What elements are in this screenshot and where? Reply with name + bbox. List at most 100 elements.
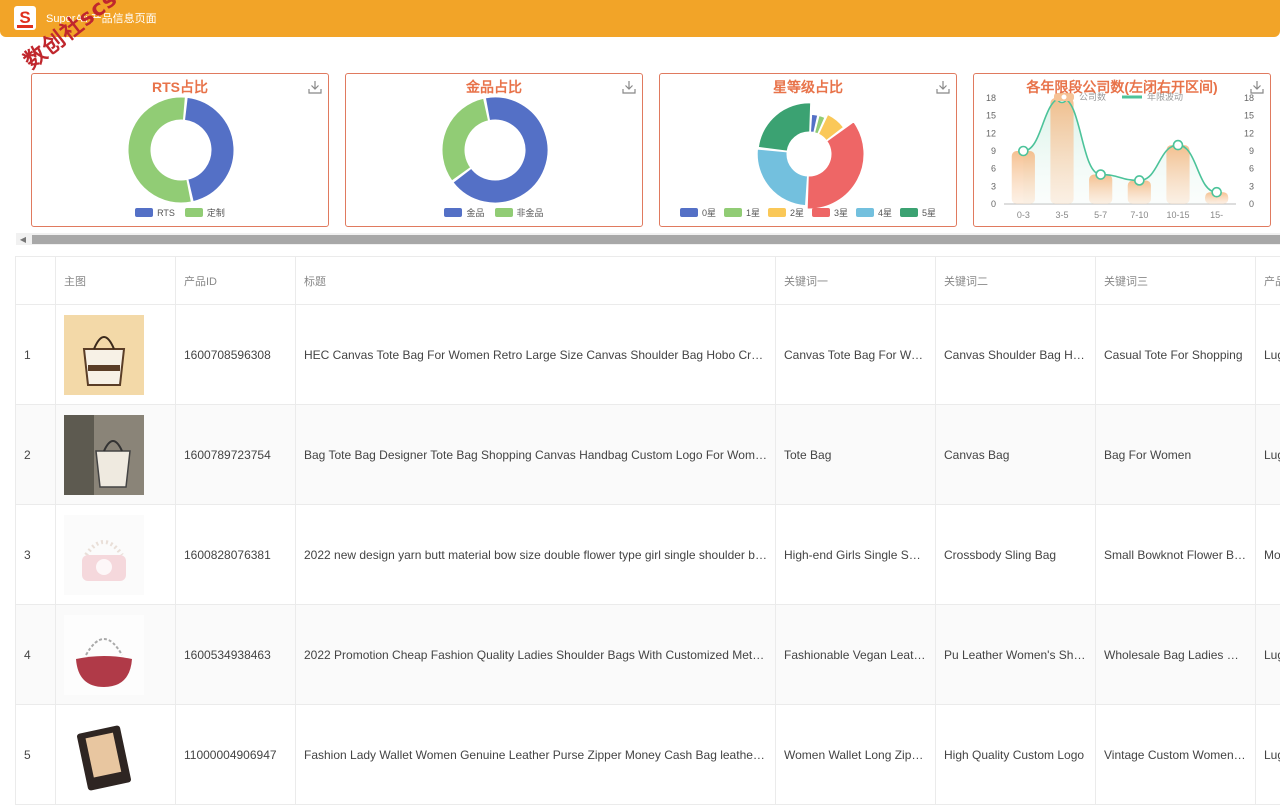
keyword-4-cell: Lug bbox=[1256, 405, 1280, 505]
keyword-2-cell: High Quality Custom Logo bbox=[936, 705, 1096, 805]
keyword-2-cell: Crossbody Sling Bag bbox=[936, 505, 1096, 605]
table-row[interactable]: 11600708596308HEC Canvas Tote Bag For Wo… bbox=[16, 305, 1280, 405]
product-thumbnail[interactable] bbox=[64, 715, 144, 795]
product-id-cell: 1600789723754 bbox=[176, 405, 296, 505]
table-header-row: 主图 产品ID 标题 关键词一 关键词二 关键词三 产品 bbox=[16, 257, 1280, 305]
column-header[interactable]: 产品ID bbox=[176, 257, 296, 305]
horizontal-scrollbar[interactable]: ◀ bbox=[16, 233, 1280, 245]
bar bbox=[1050, 98, 1073, 204]
keyword-3-cell: Bag For Women bbox=[1096, 405, 1256, 505]
column-header[interactable]: 关键词一 bbox=[776, 257, 936, 305]
legend-item[interactable]: 2星 bbox=[768, 206, 804, 219]
star-chart-card: 星等级占比 0星1星2星3星4星5星 bbox=[659, 73, 957, 227]
product-image-cell bbox=[56, 405, 176, 505]
x-tick-label: 10-15 bbox=[1166, 210, 1189, 220]
keyword-3-cell: Casual Tote For Shopping bbox=[1096, 305, 1256, 405]
gold-legend: 金品非金品 bbox=[346, 206, 642, 219]
row-index-cell: 2 bbox=[16, 405, 56, 505]
x-tick-label: 0-3 bbox=[1017, 210, 1030, 220]
product-title-cell: 2022 new design yarn butt material bow s… bbox=[296, 505, 776, 605]
star-legend: 0星 1星 2星 3星 4星 5星 bbox=[660, 206, 956, 219]
legend-item[interactable]: 4星 bbox=[856, 206, 892, 219]
keyword-4-cell: Lug bbox=[1256, 605, 1280, 705]
column-header[interactable]: 主图 bbox=[56, 257, 176, 305]
download-icon[interactable] bbox=[1250, 80, 1264, 94]
table-row[interactable]: 416005349384632022 Promotion Cheap Fashi… bbox=[16, 605, 1280, 705]
product-title-cell: HEC Canvas Tote Bag For Women Retro Larg… bbox=[296, 305, 776, 405]
legend-item[interactable]: 5星 bbox=[900, 206, 936, 219]
gold-chart-card: 金品占比 金品非金品 bbox=[345, 73, 643, 227]
product-thumbnail[interactable] bbox=[64, 515, 144, 595]
y-tick-label-left: 3 bbox=[991, 181, 996, 191]
y-tick-label-left: 0 bbox=[991, 199, 996, 209]
keyword-3-cell: Small Bowknot Flower Bag bbox=[1096, 505, 1256, 605]
product-id-cell: 1600534938463 bbox=[176, 605, 296, 705]
column-header[interactable]: 产品 bbox=[1256, 257, 1280, 305]
bar bbox=[1012, 151, 1035, 204]
y-tick-label-right: 0 bbox=[1249, 199, 1254, 209]
keyword-1-cell: Canvas Tote Bag For Women bbox=[776, 305, 936, 405]
pie-slice bbox=[128, 97, 191, 203]
line-point bbox=[1174, 141, 1183, 150]
line-point bbox=[1019, 147, 1028, 156]
product-thumbnail[interactable] bbox=[64, 615, 144, 695]
pie-slice bbox=[185, 97, 234, 201]
keyword-2-cell: Canvas Shoulder Bag Hobo bbox=[936, 305, 1096, 405]
years-chart-card: 00336699121215151818 0-33-55-77-1010-151… bbox=[973, 73, 1271, 227]
product-image-cell bbox=[56, 505, 176, 605]
bar bbox=[1166, 145, 1189, 204]
product-image-cell bbox=[56, 305, 176, 405]
rts-donut-chart bbox=[32, 74, 330, 228]
app-logo-icon: S bbox=[14, 6, 36, 30]
keyword-2-cell: Pu Leather Women's Shoulder bbox=[936, 605, 1096, 705]
legend-item[interactable]: 3星 bbox=[812, 206, 848, 219]
keyword-4-cell: Lug bbox=[1256, 305, 1280, 405]
legend-item[interactable]: 金品 bbox=[444, 206, 484, 219]
legend-item[interactable]: RTS bbox=[135, 206, 175, 219]
product-thumbnail[interactable] bbox=[64, 415, 144, 495]
scrollbar-thumb[interactable] bbox=[32, 235, 1280, 244]
legend-item[interactable]: 1星 bbox=[724, 206, 760, 219]
column-header bbox=[16, 257, 56, 305]
keyword-1-cell: High-end Girls Single Shoulder bbox=[776, 505, 936, 605]
pie-slice bbox=[757, 149, 807, 206]
row-index-cell: 1 bbox=[16, 305, 56, 405]
row-index-cell: 5 bbox=[16, 705, 56, 805]
product-table: 主图 产品ID 标题 关键词一 关键词二 关键词三 产品 11600708596… bbox=[15, 256, 1280, 805]
y-tick-label-left: 15 bbox=[986, 111, 996, 121]
product-id-cell: 1600828076381 bbox=[176, 505, 296, 605]
table-row[interactable]: 316008280763812022 new design yarn butt … bbox=[16, 505, 1280, 605]
legend-item[interactable]: 非金品 bbox=[495, 206, 544, 219]
column-header[interactable]: 关键词三 bbox=[1096, 257, 1256, 305]
years-bar-line-chart: 00336699121215151818 0-33-55-77-1010-151… bbox=[974, 74, 1272, 228]
column-header[interactable]: 标题 bbox=[296, 257, 776, 305]
years-chart-title: 各年限段公司数(左闭右开区间) bbox=[974, 77, 1270, 97]
table-row[interactable]: 21600789723754Bag Tote Bag Designer Tote… bbox=[16, 405, 1280, 505]
x-tick-label: 7-10 bbox=[1130, 210, 1148, 220]
keyword-1-cell: Fashionable Vegan Leather bbox=[776, 605, 936, 705]
scroll-left-icon[interactable]: ◀ bbox=[16, 233, 30, 245]
y-tick-label-right: 12 bbox=[1244, 128, 1254, 138]
pie-slice bbox=[758, 103, 810, 151]
y-tick-label-left: 6 bbox=[991, 164, 996, 174]
legend-item[interactable]: 定制 bbox=[185, 206, 225, 219]
line-point bbox=[1212, 188, 1221, 197]
y-tick-label-right: 9 bbox=[1249, 146, 1254, 156]
pie-slice bbox=[442, 98, 489, 181]
svg-text:S: S bbox=[19, 8, 30, 27]
y-tick-label-right: 6 bbox=[1249, 164, 1254, 174]
legend-item[interactable]: 0星 bbox=[680, 206, 716, 219]
product-image-cell bbox=[56, 705, 176, 805]
row-index-cell: 4 bbox=[16, 605, 56, 705]
product-thumbnail[interactable] bbox=[64, 315, 144, 395]
x-tick-label: 5-7 bbox=[1094, 210, 1107, 220]
column-header[interactable]: 关键词二 bbox=[936, 257, 1096, 305]
y-tick-label-left: 9 bbox=[991, 146, 996, 156]
keyword-1-cell: Tote Bag bbox=[776, 405, 936, 505]
keyword-4-cell: Lug bbox=[1256, 705, 1280, 805]
table-row[interactable]: 511000004906947Fashion Lady Wallet Women… bbox=[16, 705, 1280, 805]
x-tick-label: 15- bbox=[1210, 210, 1223, 220]
star-donut-chart bbox=[660, 74, 958, 228]
gold-donut-chart bbox=[346, 74, 644, 228]
line-point bbox=[1135, 176, 1144, 185]
